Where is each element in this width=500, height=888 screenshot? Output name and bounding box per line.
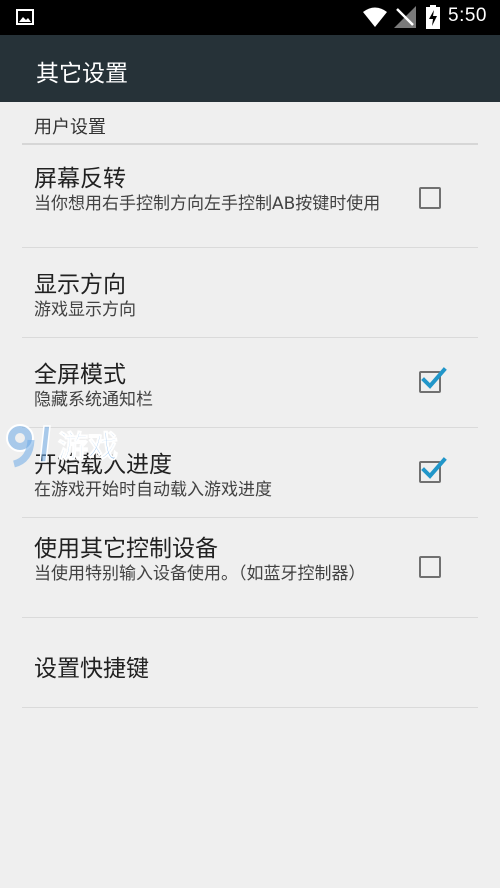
pref-summary: 在游戏开始时自动载入游戏进度: [34, 480, 272, 500]
autoload-checkbox[interactable]: [419, 457, 447, 483]
pref-shortcut-keys[interactable]: 设置快捷键: [22, 618, 478, 708]
app-bar: 其它设置: [0, 35, 500, 102]
pref-title: 显示方向: [34, 272, 126, 298]
other-controller-checkbox[interactable]: [419, 556, 441, 578]
pref-title: 使用其它控制设备: [34, 536, 218, 562]
pref-autoload-progress[interactable]: 开始载入进度 在游戏开始时自动载入游戏进度: [22, 428, 478, 518]
pref-screen-flip[interactable]: 屏幕反转 当你想用右手控制方向左手控制AB按键时使用: [22, 145, 478, 248]
screen-flip-checkbox[interactable]: [419, 187, 441, 209]
battery-charging-icon: [426, 5, 440, 29]
pref-summary: 当你想用右手控制方向左手控制AB按键时使用: [34, 194, 381, 214]
status-bar: 5:50: [0, 0, 500, 35]
signal-icon: [394, 6, 416, 28]
pref-fullscreen-mode[interactable]: 全屏模式 隐藏系统通知栏: [22, 338, 478, 428]
pref-summary: 游戏显示方向: [34, 300, 136, 320]
status-time: 5:50: [448, 5, 487, 26]
pref-summary: 隐藏系统通知栏: [34, 390, 153, 410]
pref-summary: 当使用特别输入设备使用。（如蓝牙控制器）: [34, 564, 366, 584]
pref-title: 全屏模式: [34, 362, 126, 388]
pref-display-orientation[interactable]: 显示方向 游戏显示方向: [22, 248, 478, 338]
pref-title: 开始载入进度: [34, 452, 172, 478]
fullscreen-checkbox[interactable]: [419, 367, 447, 393]
pref-title: 设置快捷键: [34, 656, 149, 682]
section-header: 用户设置: [34, 117, 106, 138]
wifi-icon: [363, 7, 387, 27]
gallery-icon: [16, 9, 34, 25]
checkmark-icon: [421, 457, 447, 479]
pref-title: 屏幕反转: [34, 166, 126, 192]
checkmark-icon: [421, 367, 447, 389]
pref-other-controller[interactable]: 使用其它控制设备 当使用特别输入设备使用。（如蓝牙控制器）: [22, 518, 478, 618]
page-title: 其它设置: [36, 61, 128, 87]
